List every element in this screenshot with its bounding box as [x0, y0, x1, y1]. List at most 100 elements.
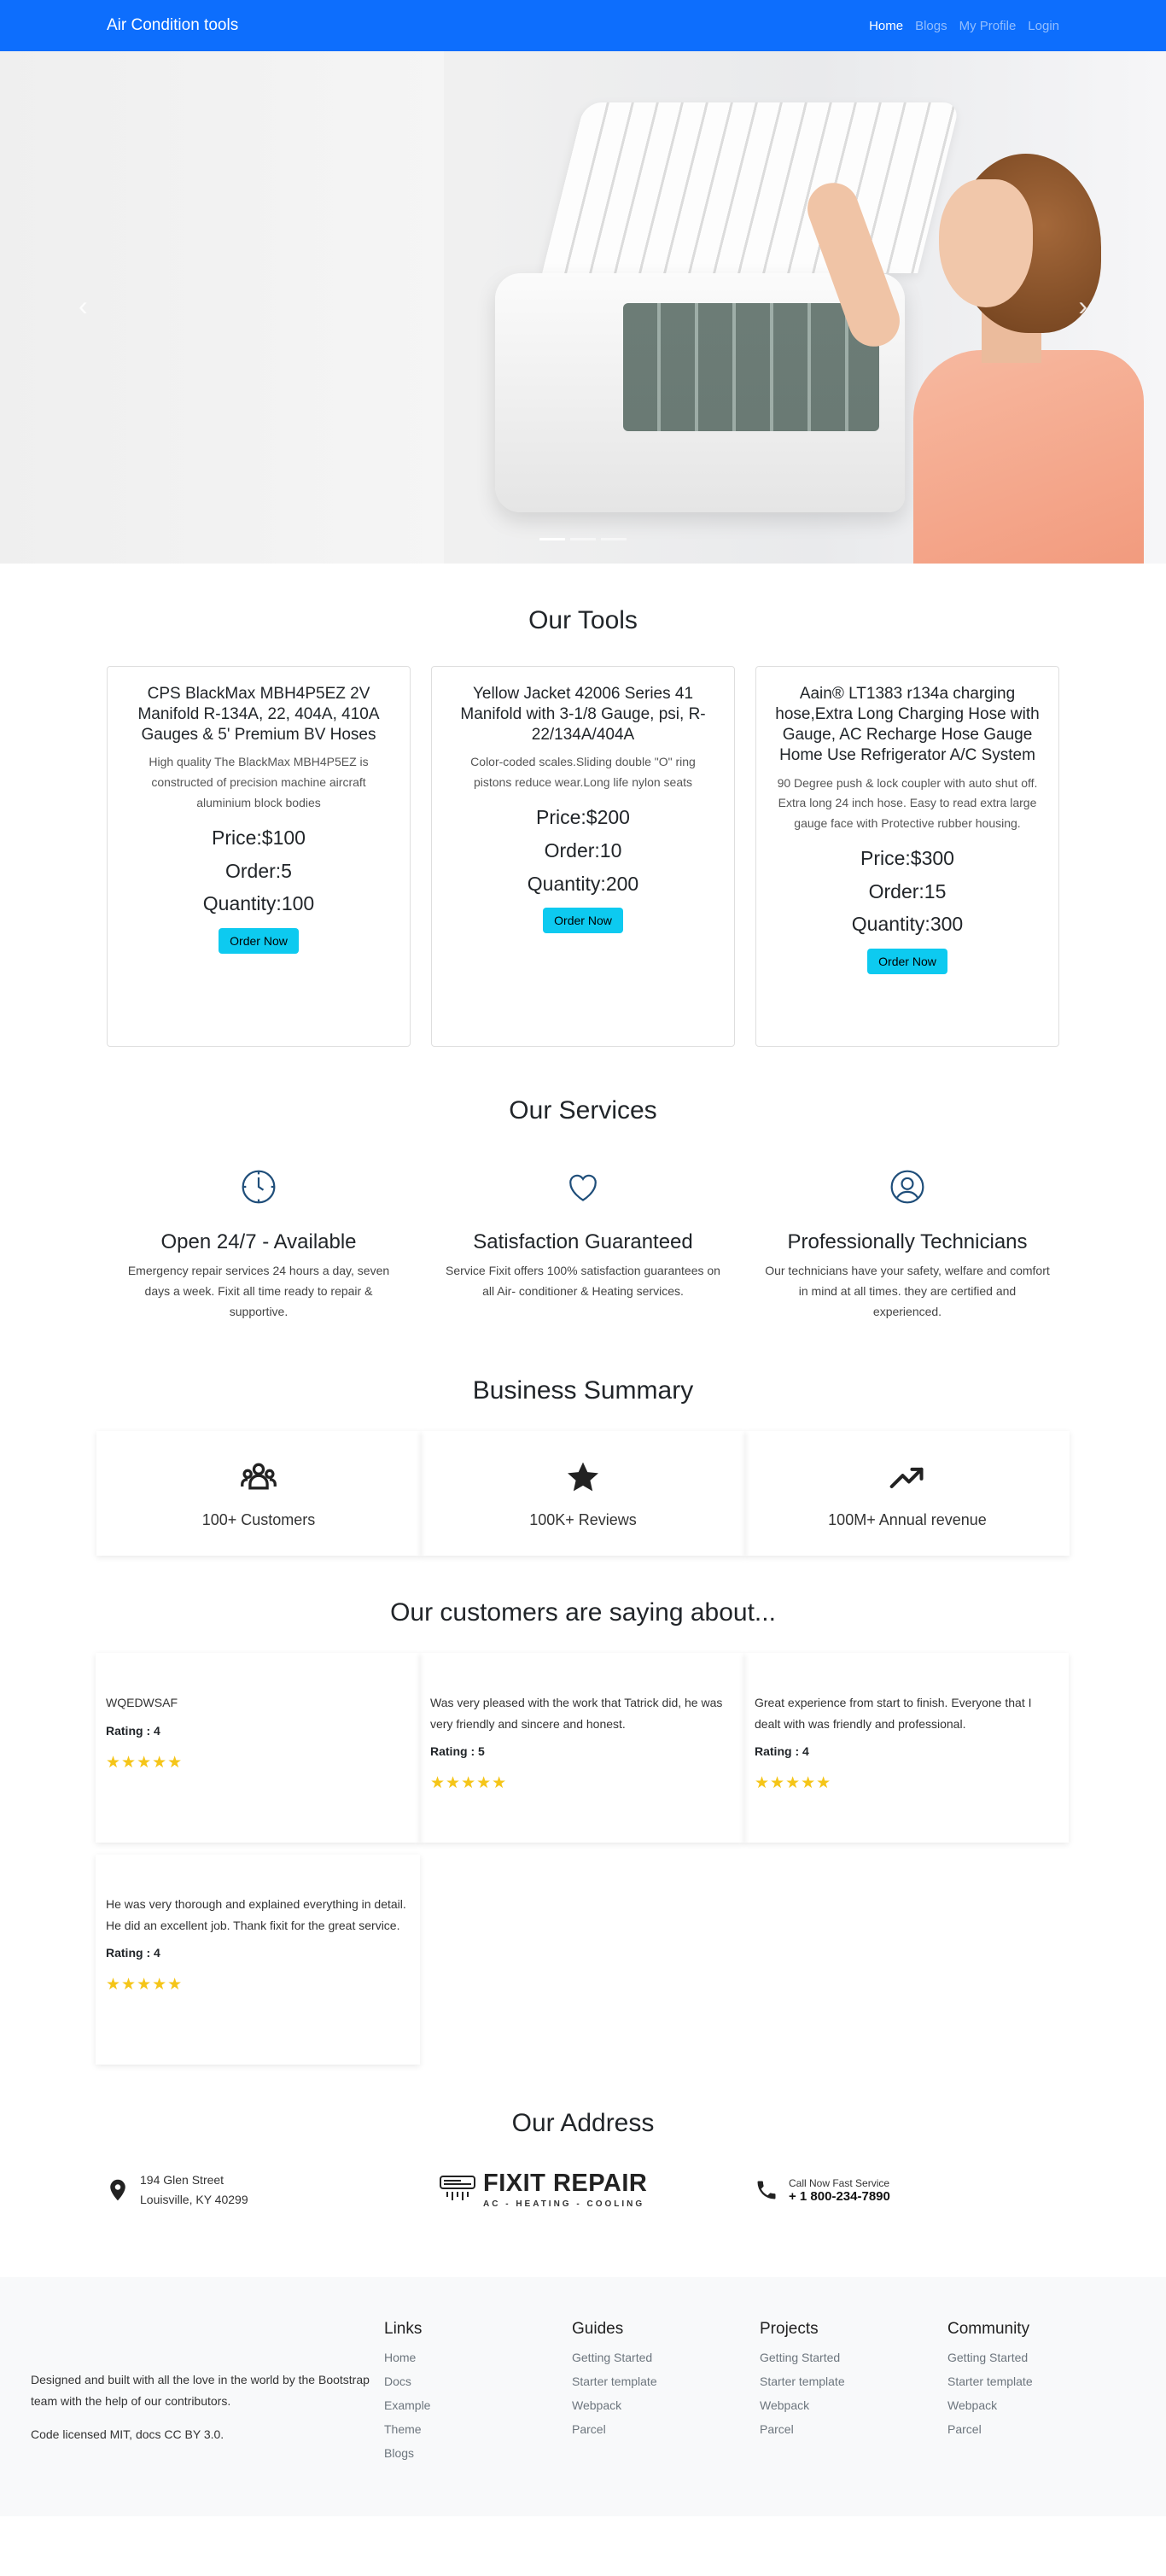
footer-link[interactable]: Parcel — [572, 2417, 760, 2441]
reviews-section: Our customers are saying about... WQEDWS… — [0, 1556, 1166, 2065]
service-title: Professionally Technicians — [787, 1230, 1028, 1253]
carousel-indicator[interactable] — [570, 538, 596, 540]
footer-license-text: Code licensed MIT, docs CC BY 3.0. — [31, 2427, 224, 2441]
address-logo: FIXIT REPAIR AC - HEATING - COOLING — [420, 2170, 744, 2210]
services-section: Our Services Open 24/7 - Available Emerg… — [0, 1047, 1166, 1322]
footer-link[interactable]: Getting Started — [572, 2345, 760, 2369]
service-text: Service Fixit offers 100% satisfaction g… — [446, 1264, 720, 1298]
carousel-next-icon[interactable]: › — [1078, 290, 1087, 322]
address-section: Our Address 194 Glen Street Louisville, … — [0, 2065, 1166, 2276]
summary-label: 100M+ Annual revenue — [828, 1510, 987, 1528]
tool-name: CPS BlackMax MBH4P5EZ 2V Manifold R-134A… — [137, 685, 380, 745]
footer-link[interactable]: Getting Started — [947, 2345, 1135, 2369]
carousel-indicator[interactable] — [539, 538, 565, 540]
nav-login[interactable]: Login — [1028, 19, 1059, 33]
review-rating: Rating : 4 — [755, 1744, 809, 1759]
carousel-indicator[interactable] — [601, 538, 627, 540]
order-now-button[interactable]: Order Now — [867, 949, 947, 975]
carousel-prev-icon[interactable]: ‹ — [79, 290, 88, 322]
service-item: Open 24/7 - Available Emergency repair s… — [107, 1168, 411, 1322]
service-text: Our technicians have your safety, welfar… — [765, 1264, 1050, 1318]
summary-card: 100K+ Reviews — [421, 1431, 745, 1556]
star-rating-icon: ★★★★★ — [106, 1753, 184, 1772]
address-phone: Call Now Fast Service + 1 800-234-7890 — [744, 2170, 1069, 2210]
tool-description: 90 Degree push & lock coupler with auto … — [777, 775, 1038, 831]
section-title: Our Tools — [528, 606, 638, 634]
address-row: 194 Glen Street Louisville, KY 40299 FIX… — [96, 2170, 1070, 2210]
tool-card: CPS BlackMax MBH4P5EZ 2V Manifold R-134A… — [107, 666, 411, 1047]
review-card: Great experience from start to finish. E… — [744, 1653, 1069, 1843]
star-rating-icon: ★★★★★ — [430, 1774, 508, 1793]
tool-grid: CPS BlackMax MBH4P5EZ 2V Manifold R-134A… — [0, 666, 1166, 1047]
city-address: Louisville, KY 40299 — [140, 2193, 248, 2207]
order-now-button[interactable]: Order Now — [543, 908, 623, 934]
footer-column-title: Links — [384, 2319, 423, 2338]
section-title: Business Summary — [472, 1376, 694, 1405]
hero-carousel: ‹ › — [0, 51, 1166, 564]
review-rating: Rating : 5 — [430, 1744, 485, 1759]
review-rating: Rating : 4 — [106, 1723, 160, 1738]
order-now-button[interactable]: Order Now — [219, 928, 299, 955]
tool-card: Aain® LT1383 r134a charging hose,Extra L… — [755, 666, 1059, 1047]
footer-link[interactable]: Starter template — [947, 2369, 1135, 2393]
footer-link[interactable]: Theme — [384, 2417, 572, 2441]
service-grid: Open 24/7 - Available Emergency repair s… — [0, 1168, 1166, 1322]
clock-icon — [242, 1170, 276, 1204]
summary-label: 100K+ Reviews — [529, 1510, 637, 1528]
footer-column-community: Community Getting Started Starter templa… — [947, 2320, 1135, 2465]
footer-link[interactable]: Webpack — [760, 2393, 947, 2417]
footer-about-text: Designed and built with all the love in … — [31, 2372, 370, 2408]
tool-order: Order:5 — [225, 859, 292, 882]
service-text: Emergency repair services 24 hours a day… — [127, 1264, 390, 1318]
tool-description: High quality The BlackMax MBH4P5EZ is co… — [149, 755, 369, 809]
trending-up-icon — [889, 1467, 924, 1488]
tool-description: Color-coded scales.Sliding double "O" ri… — [470, 755, 696, 790]
footer-link[interactable]: Webpack — [572, 2393, 760, 2417]
user-circle-icon — [890, 1170, 924, 1204]
footer-column-title: Projects — [760, 2319, 819, 2338]
review-text: WQEDWSAF — [106, 1696, 178, 1710]
footer-column-links: Links Home Docs Example Theme Blogs — [384, 2320, 572, 2465]
street-address: 194 Glen Street — [140, 2173, 224, 2188]
tool-name: Yellow Jacket 42006 Series 41 Manifold w… — [460, 685, 706, 745]
footer-link[interactable]: Starter template — [760, 2369, 947, 2393]
section-title: Our customers are saying about... — [390, 1598, 776, 1627]
service-title: Satisfaction Guaranteed — [473, 1230, 693, 1253]
nav-links: Home Blogs My Profile Login — [869, 19, 1059, 33]
footer-link[interactable]: Getting Started — [760, 2345, 947, 2369]
navbar: Air Condition tools Home Blogs My Profil… — [0, 0, 1166, 51]
star-rating-icon: ★★★★★ — [106, 1976, 184, 1995]
nav-blogs[interactable]: Blogs — [915, 19, 947, 33]
review-text: Great experience from start to finish. E… — [755, 1696, 1032, 1731]
footer-link[interactable]: Docs — [384, 2369, 572, 2393]
phone-number[interactable]: + 1 800-234-7890 — [789, 2189, 890, 2204]
footer-link[interactable]: Home — [384, 2345, 572, 2369]
summary-label: 100+ Customers — [201, 1510, 316, 1528]
footer-link[interactable]: Parcel — [947, 2417, 1135, 2441]
woman-image — [800, 145, 1144, 564]
footer-link[interactable]: Example — [384, 2393, 572, 2417]
nav-home[interactable]: Home — [869, 19, 903, 33]
footer-columns: Links Home Docs Example Theme Blogs Guid… — [384, 2320, 1135, 2465]
heart-icon — [569, 1174, 597, 1201]
carousel-indicators — [539, 538, 627, 540]
footer-link[interactable]: Webpack — [947, 2393, 1135, 2417]
business-summary-section: Business Summary 100+ Customers 100K+ Re… — [0, 1322, 1166, 1556]
tool-order: Order:15 — [868, 879, 947, 902]
footer-link[interactable]: Starter template — [572, 2369, 760, 2393]
review-rating: Rating : 4 — [106, 1946, 160, 1960]
call-label: Call Now Fast Service — [789, 2176, 890, 2189]
footer-link[interactable]: Blogs — [384, 2441, 572, 2465]
tool-card: Yellow Jacket 42006 Series 41 Manifold w… — [431, 666, 735, 1047]
tool-quantity: Quantity:200 — [527, 872, 639, 895]
tool-quantity: Quantity:300 — [851, 913, 964, 936]
brand-link[interactable]: Air Condition tools — [107, 16, 238, 35]
summary-grid: 100+ Customers 100K+ Reviews 100M+ Annua… — [96, 1431, 1070, 1556]
location-pin-icon — [110, 2180, 125, 2201]
nav-my-profile[interactable]: My Profile — [959, 19, 1017, 33]
footer-column-guides: Guides Getting Started Starter template … — [572, 2320, 760, 2465]
footer-column-projects: Projects Getting Started Starter templat… — [760, 2320, 947, 2465]
footer-column-title: Community — [947, 2319, 1030, 2338]
tool-price: Price:$200 — [536, 805, 630, 828]
footer-link[interactable]: Parcel — [760, 2417, 947, 2441]
